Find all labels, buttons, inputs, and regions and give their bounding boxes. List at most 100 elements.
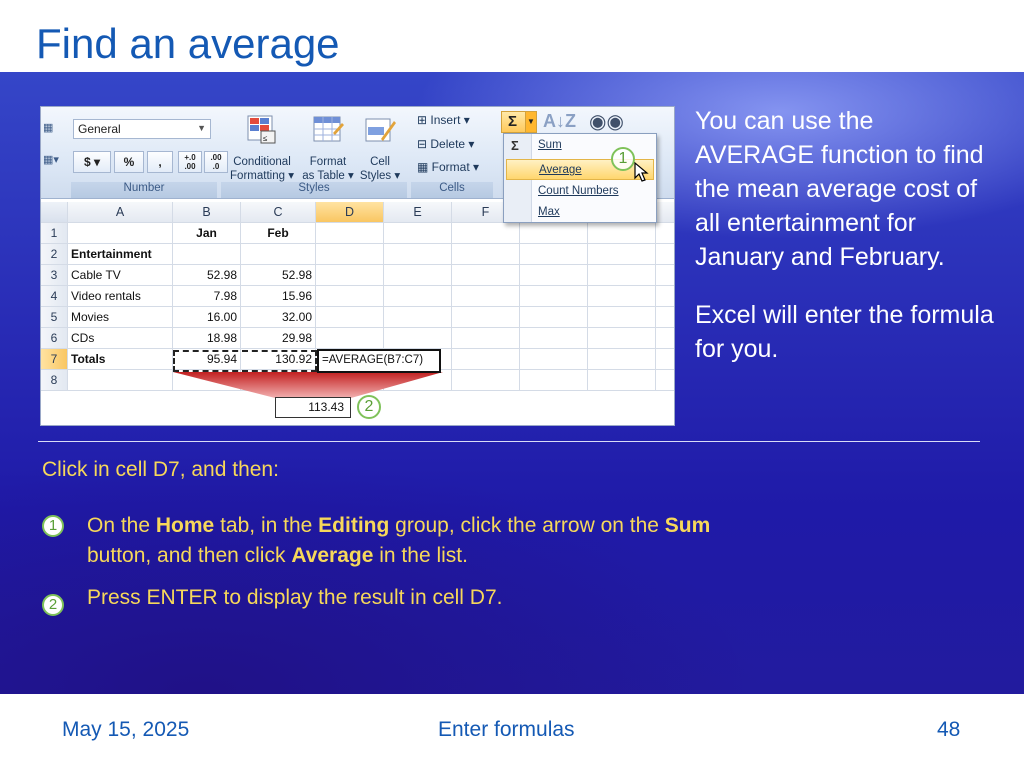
percent-button[interactable]: % xyxy=(114,151,144,173)
cell-i[interactable] xyxy=(656,265,674,286)
cell-c[interactable]: 15.96 xyxy=(241,286,316,307)
cell-h[interactable] xyxy=(588,265,656,286)
cell-e[interactable] xyxy=(384,265,452,286)
cell-f[interactable] xyxy=(452,244,520,265)
cell-i[interactable] xyxy=(656,328,674,349)
cell-e[interactable] xyxy=(384,328,452,349)
row-header[interactable]: 1 xyxy=(41,223,68,244)
row-header[interactable]: 8 xyxy=(41,370,68,391)
cell-d[interactable] xyxy=(316,223,384,244)
cell-b[interactable]: Jan xyxy=(173,223,241,244)
increase-decimal-button[interactable]: +.0.00 xyxy=(178,151,202,173)
cell-e[interactable] xyxy=(384,307,452,328)
cell-c[interactable]: 52.98 xyxy=(241,265,316,286)
row-header[interactable]: 2 xyxy=(41,244,68,265)
svg-text:≤: ≤ xyxy=(263,134,268,143)
cell-styles-button[interactable]: Cell Styles ▾ xyxy=(357,113,403,183)
cell-a[interactable]: Video rentals xyxy=(68,286,173,307)
column-header-c[interactable]: C xyxy=(241,202,316,223)
cell-a[interactable]: Entertainment xyxy=(68,244,173,265)
cell-f[interactable] xyxy=(452,223,520,244)
cell-e[interactable] xyxy=(384,244,452,265)
cell-h[interactable] xyxy=(588,370,656,391)
column-header-d[interactable]: D xyxy=(316,202,384,223)
cell-g[interactable] xyxy=(520,265,588,286)
cell-b[interactable] xyxy=(173,244,241,265)
cell-h[interactable] xyxy=(588,286,656,307)
cell-i[interactable] xyxy=(656,286,674,307)
cell-f[interactable] xyxy=(452,370,520,391)
cell-a[interactable] xyxy=(68,223,173,244)
autosum-button[interactable]: Σ ▼ xyxy=(501,111,537,133)
number-format-combo[interactable]: General ▼ xyxy=(73,119,211,139)
cell-i[interactable] xyxy=(656,244,674,265)
cell-c[interactable]: Feb xyxy=(241,223,316,244)
cell-h[interactable] xyxy=(588,349,656,370)
row-header[interactable]: 5 xyxy=(41,307,68,328)
cell-d[interactable] xyxy=(316,328,384,349)
select-all-corner[interactable] xyxy=(41,202,68,223)
cell-c[interactable]: 32.00 xyxy=(241,307,316,328)
cell-c[interactable]: 29.98 xyxy=(241,328,316,349)
row-header[interactable]: 4 xyxy=(41,286,68,307)
comma-button[interactable]: , xyxy=(147,151,173,173)
delete-cells-button[interactable]: ⊟ Delete ▾ xyxy=(417,137,474,151)
cell-f[interactable] xyxy=(452,349,520,370)
currency-button[interactable]: $ ▾ xyxy=(73,151,111,173)
cell-f[interactable] xyxy=(452,265,520,286)
row-header[interactable]: 6 xyxy=(41,328,68,349)
cell-g[interactable] xyxy=(520,286,588,307)
menu-item-max[interactable]: Max xyxy=(538,206,560,218)
sort-filter-icon: A↓Z xyxy=(543,111,576,131)
table-row: 1 Jan Feb xyxy=(41,223,674,244)
active-cell-d7-formula[interactable]: =AVERAGE(B7:C7) xyxy=(317,349,441,373)
row-header[interactable]: 3 xyxy=(41,265,68,286)
cell-b[interactable]: 52.98 xyxy=(173,265,241,286)
cell-i[interactable] xyxy=(656,349,674,370)
column-header-i[interactable] xyxy=(656,202,674,223)
cell-h[interactable] xyxy=(588,223,656,244)
autosum-dropdown-arrow[interactable]: ▼ xyxy=(525,112,536,132)
cell-g[interactable] xyxy=(520,307,588,328)
cell-f[interactable] xyxy=(452,307,520,328)
cell-g[interactable] xyxy=(520,223,588,244)
menu-item-sum[interactable]: Sum xyxy=(538,139,562,151)
cell-g[interactable] xyxy=(520,349,588,370)
cell-d[interactable] xyxy=(316,307,384,328)
format-as-table-button[interactable]: Format as Table ▾ xyxy=(299,113,357,183)
cell-a[interactable]: Movies xyxy=(68,307,173,328)
cell-e[interactable] xyxy=(384,286,452,307)
cell-i[interactable] xyxy=(656,307,674,328)
cell-a[interactable] xyxy=(68,370,173,391)
column-header-e[interactable]: E xyxy=(384,202,452,223)
cell-g[interactable] xyxy=(520,370,588,391)
column-header-b[interactable]: B xyxy=(173,202,241,223)
table-row: 4 Video rentals 7.98 15.96 xyxy=(41,286,674,307)
cell-b[interactable]: 16.00 xyxy=(173,307,241,328)
cell-b[interactable]: 7.98 xyxy=(173,286,241,307)
cell-h[interactable] xyxy=(588,307,656,328)
cell-h[interactable] xyxy=(588,328,656,349)
cell-f[interactable] xyxy=(452,286,520,307)
cell-a[interactable]: Totals xyxy=(68,349,173,370)
column-header-a[interactable]: A xyxy=(68,202,173,223)
format-cells-button[interactable]: ▦ Format ▾ xyxy=(417,160,479,174)
cell-i[interactable] xyxy=(656,370,674,391)
cell-a[interactable]: Cable TV xyxy=(68,265,173,286)
row-header[interactable]: 7 xyxy=(41,349,68,370)
cell-d[interactable] xyxy=(316,265,384,286)
conditional-formatting-button[interactable]: ≤ Conditional Formatting ▾ xyxy=(225,113,299,183)
cell-f[interactable] xyxy=(452,328,520,349)
cell-a[interactable]: CDs xyxy=(68,328,173,349)
cell-c[interactable] xyxy=(241,244,316,265)
cell-i[interactable] xyxy=(656,223,674,244)
cell-d[interactable] xyxy=(316,286,384,307)
cell-g[interactable] xyxy=(520,244,588,265)
cell-e[interactable] xyxy=(384,223,452,244)
cell-g[interactable] xyxy=(520,328,588,349)
cell-h[interactable] xyxy=(588,244,656,265)
cell-b[interactable]: 18.98 xyxy=(173,328,241,349)
cell-d[interactable] xyxy=(316,244,384,265)
insert-cells-button[interactable]: ⊞ Insert ▾ xyxy=(417,113,470,127)
menu-item-count-numbers[interactable]: Count Numbers xyxy=(538,185,619,197)
